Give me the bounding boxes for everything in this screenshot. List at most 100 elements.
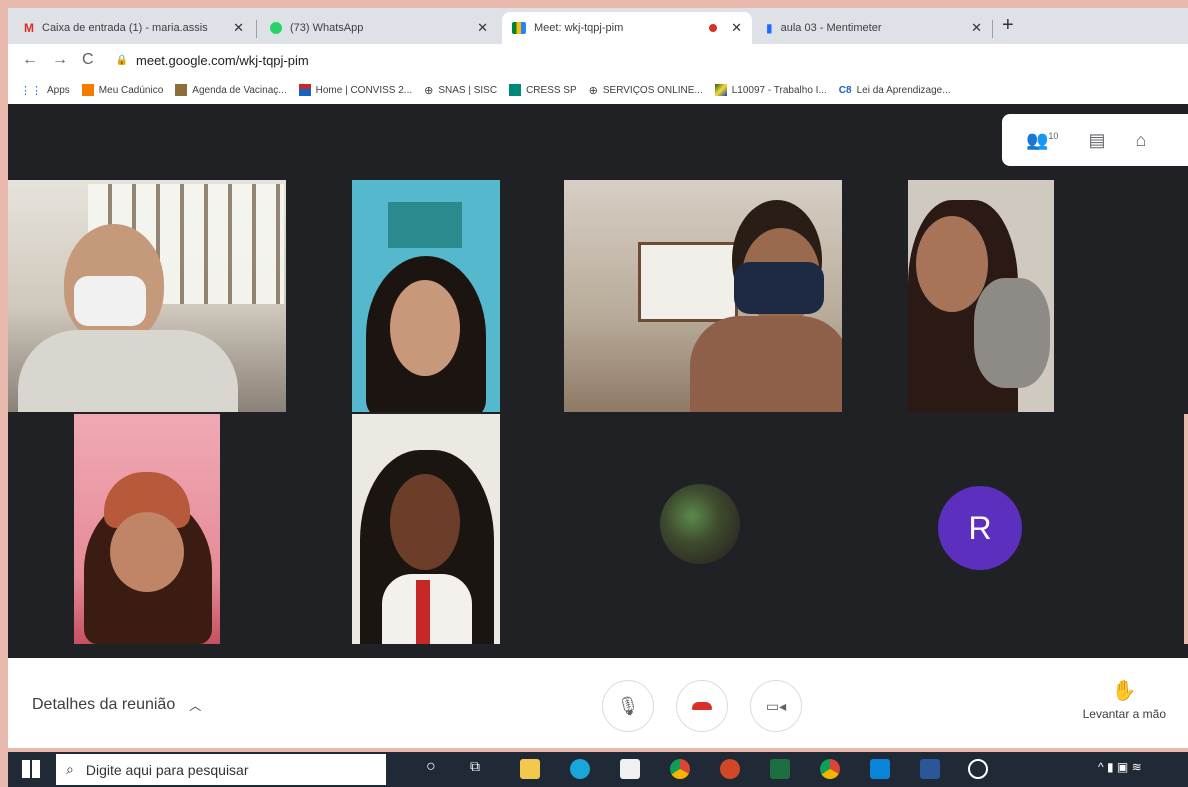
bookmark-label: CRESS SP: [526, 84, 577, 96]
search-placeholder: Digite aqui para pesquisar: [85, 761, 249, 778]
bookmark-servicos[interactable]: ⊕ SERVIÇOS ONLINE...: [589, 84, 703, 97]
participant-video-tile[interactable]: [564, 180, 842, 412]
tab-label: aula 03 - Mentimeter: [780, 22, 882, 34]
microphone-icon: 🎙: [616, 695, 640, 716]
bookmarks-bar: ⋮⋮ Apps Meu Cadúnico Agenda de Vacinaç..…: [8, 76, 1188, 105]
raise-hand-label: Levantar a mão: [1082, 707, 1166, 721]
meeting-details-button[interactable]: Detalhes da reunião ︿: [32, 696, 201, 714]
excel-icon[interactable]: [770, 759, 790, 779]
globe-icon: ⊕: [588, 84, 598, 97]
system-tray-icons[interactable]: ^ ▮ ▣ ≋: [1098, 760, 1142, 774]
bookmark-vacinacao[interactable]: Agenda de Vacinaç...: [175, 84, 287, 96]
tab-meet[interactable]: Meet: wkj-tqpj-pim ✕: [502, 12, 752, 44]
chevron-up-icon: ︿: [189, 698, 202, 713]
participant-count: 10: [1048, 130, 1059, 141]
mail-icon[interactable]: [870, 759, 890, 779]
recording-dot-icon: [709, 24, 718, 32]
close-icon[interactable]: ✕: [233, 20, 244, 36]
bookmark-label: Meu Cadúnico: [98, 84, 164, 96]
cortana-icon[interactable]: ○: [426, 758, 436, 776]
bookmark-apps[interactable]: ⋮⋮ Apps: [20, 84, 70, 97]
bookmark-favicon-icon: [81, 84, 94, 96]
new-tab-button[interactable]: +: [1002, 14, 1014, 37]
store-icon[interactable]: [620, 759, 640, 779]
powerpoint-icon[interactable]: [720, 759, 740, 779]
tab-label: (73) WhatsApp: [290, 22, 364, 34]
participant-avatar-image[interactable]: [660, 484, 740, 564]
bookmark-cadunico[interactable]: Meu Cadúnico: [81, 84, 164, 96]
chat-icon[interactable]: ▤: [1088, 130, 1105, 151]
back-arrow-icon[interactable]: ←: [22, 51, 38, 69]
reload-icon[interactable]: C: [82, 51, 94, 69]
word-icon[interactable]: [920, 759, 940, 779]
face-mask: [74, 276, 146, 326]
meet-video-grid: 👥10 ▤ ⌂ R: [8, 104, 1188, 658]
bookmark-label: Agenda de Vacinaç...: [192, 84, 287, 96]
edge-icon[interactable]: [570, 759, 590, 779]
bookmark-cress[interactable]: CRESS SP: [509, 84, 577, 96]
meet-control-bar: Detalhes da reunião ︿ 🎙 ▭◂ ✋ Levantar a …: [8, 658, 1188, 748]
close-icon[interactable]: ✕: [731, 20, 742, 36]
tab-gmail[interactable]: M Caixa de entrada (1) - maria.assis ✕: [14, 12, 254, 44]
close-icon[interactable]: ✕: [477, 20, 488, 36]
forward-arrow-icon[interactable]: →: [52, 51, 68, 69]
hand-icon: ✋: [1111, 680, 1137, 702]
bookmark-conviss[interactable]: Home | CONVISS 2...: [298, 84, 413, 96]
participant-video-tile[interactable]: [8, 180, 286, 412]
meet-top-right-panel: 👥10 ▤ ⌂: [1002, 114, 1188, 166]
tab-mentimeter[interactable]: ▮ aula 03 - Mentimeter ✕: [756, 12, 992, 44]
activities-icon[interactable]: ⌂: [1135, 130, 1146, 151]
participant-video-tile[interactable]: [908, 180, 1054, 412]
globe-icon: ⊕: [424, 84, 434, 97]
bookmark-favicon-icon: [175, 84, 188, 96]
bookmark-label: SNAS | SISC: [438, 84, 498, 96]
search-icon: ⌕: [66, 761, 74, 777]
browser-tab-strip: M Caixa de entrada (1) - maria.assis ✕ (…: [8, 8, 1188, 44]
chrome-icon[interactable]: [670, 759, 690, 779]
close-icon[interactable]: ✕: [971, 20, 982, 36]
taskbar-search-box[interactable]: ⌕ Digite aqui para pesquisar: [56, 754, 386, 785]
gmail-icon: M: [24, 21, 34, 35]
participant-avatar-letter[interactable]: R: [938, 486, 1022, 570]
task-view-icon[interactable]: ⧉: [470, 758, 480, 775]
bookmark-favicon-icon: [509, 84, 522, 96]
participant-video-tile[interactable]: [352, 180, 500, 412]
chrome-icon[interactable]: [820, 759, 840, 779]
meet-icon: [512, 22, 526, 34]
url-field[interactable]: 🔒 meet.google.com/wkj-tqpj-pim: [116, 53, 309, 68]
hang-up-button[interactable]: [676, 680, 728, 732]
address-bar: ← → C 🔒 meet.google.com/wkj-tqpj-pim: [8, 44, 1188, 76]
url-text: meet.google.com/wkj-tqpj-pim: [136, 52, 309, 68]
participant-video-tile[interactable]: [352, 414, 500, 644]
bookmark-label: Lei da Aprendizage...: [856, 84, 951, 96]
dog: [974, 278, 1050, 388]
phone-hangup-icon: [692, 702, 712, 710]
raise-hand-button[interactable]: ✋ Levantar a mão: [1083, 678, 1166, 721]
participant-video-tile[interactable]: [74, 414, 220, 644]
video-camera-icon: ▭◂: [765, 697, 787, 714]
bookmark-label: Home | CONVISS 2...: [315, 84, 413, 96]
bookmark-favicon-icon: [298, 84, 311, 96]
windows-taskbar: ⌕ Digite aqui para pesquisar ○ ⧉ ^ ▮ ▣ ≋: [8, 752, 1188, 787]
bookmark-label: SERVIÇOS ONLINE...: [602, 84, 703, 96]
microphone-button[interactable]: 🎙: [602, 680, 654, 732]
tab-whatsapp[interactable]: (73) WhatsApp ✕: [260, 12, 498, 44]
bookmark-favicon-icon: [714, 84, 727, 96]
file-explorer-icon[interactable]: [520, 759, 540, 779]
tab-label: Caixa de entrada (1) - maria.assis: [42, 22, 208, 34]
dell-icon[interactable]: [968, 759, 988, 779]
people-icon[interactable]: 👥10: [1026, 130, 1058, 151]
bookmark-favicon-icon: C8: [838, 84, 852, 96]
avatar-letter: R: [968, 509, 992, 546]
tab-label: Meet: wkj-tqpj-pim: [534, 22, 624, 34]
mentimeter-icon: ▮: [766, 21, 773, 35]
bookmark-l10097[interactable]: L10097 - Trabalho I...: [714, 84, 827, 96]
whatsapp-icon: [270, 22, 282, 34]
meeting-details-label: Detalhes da reunião: [32, 696, 176, 713]
windows-start-icon[interactable]: [22, 760, 40, 778]
bookmark-snas[interactable]: ⊕ SNAS | SISC: [424, 84, 497, 97]
lock-icon: 🔒: [115, 54, 129, 66]
camera-button[interactable]: ▭◂: [750, 680, 802, 732]
bookmark-lei-aprendizagem[interactable]: C8 Lei da Aprendizage...: [839, 85, 951, 96]
bookmark-label: L10097 - Trabalho I...: [731, 84, 827, 96]
